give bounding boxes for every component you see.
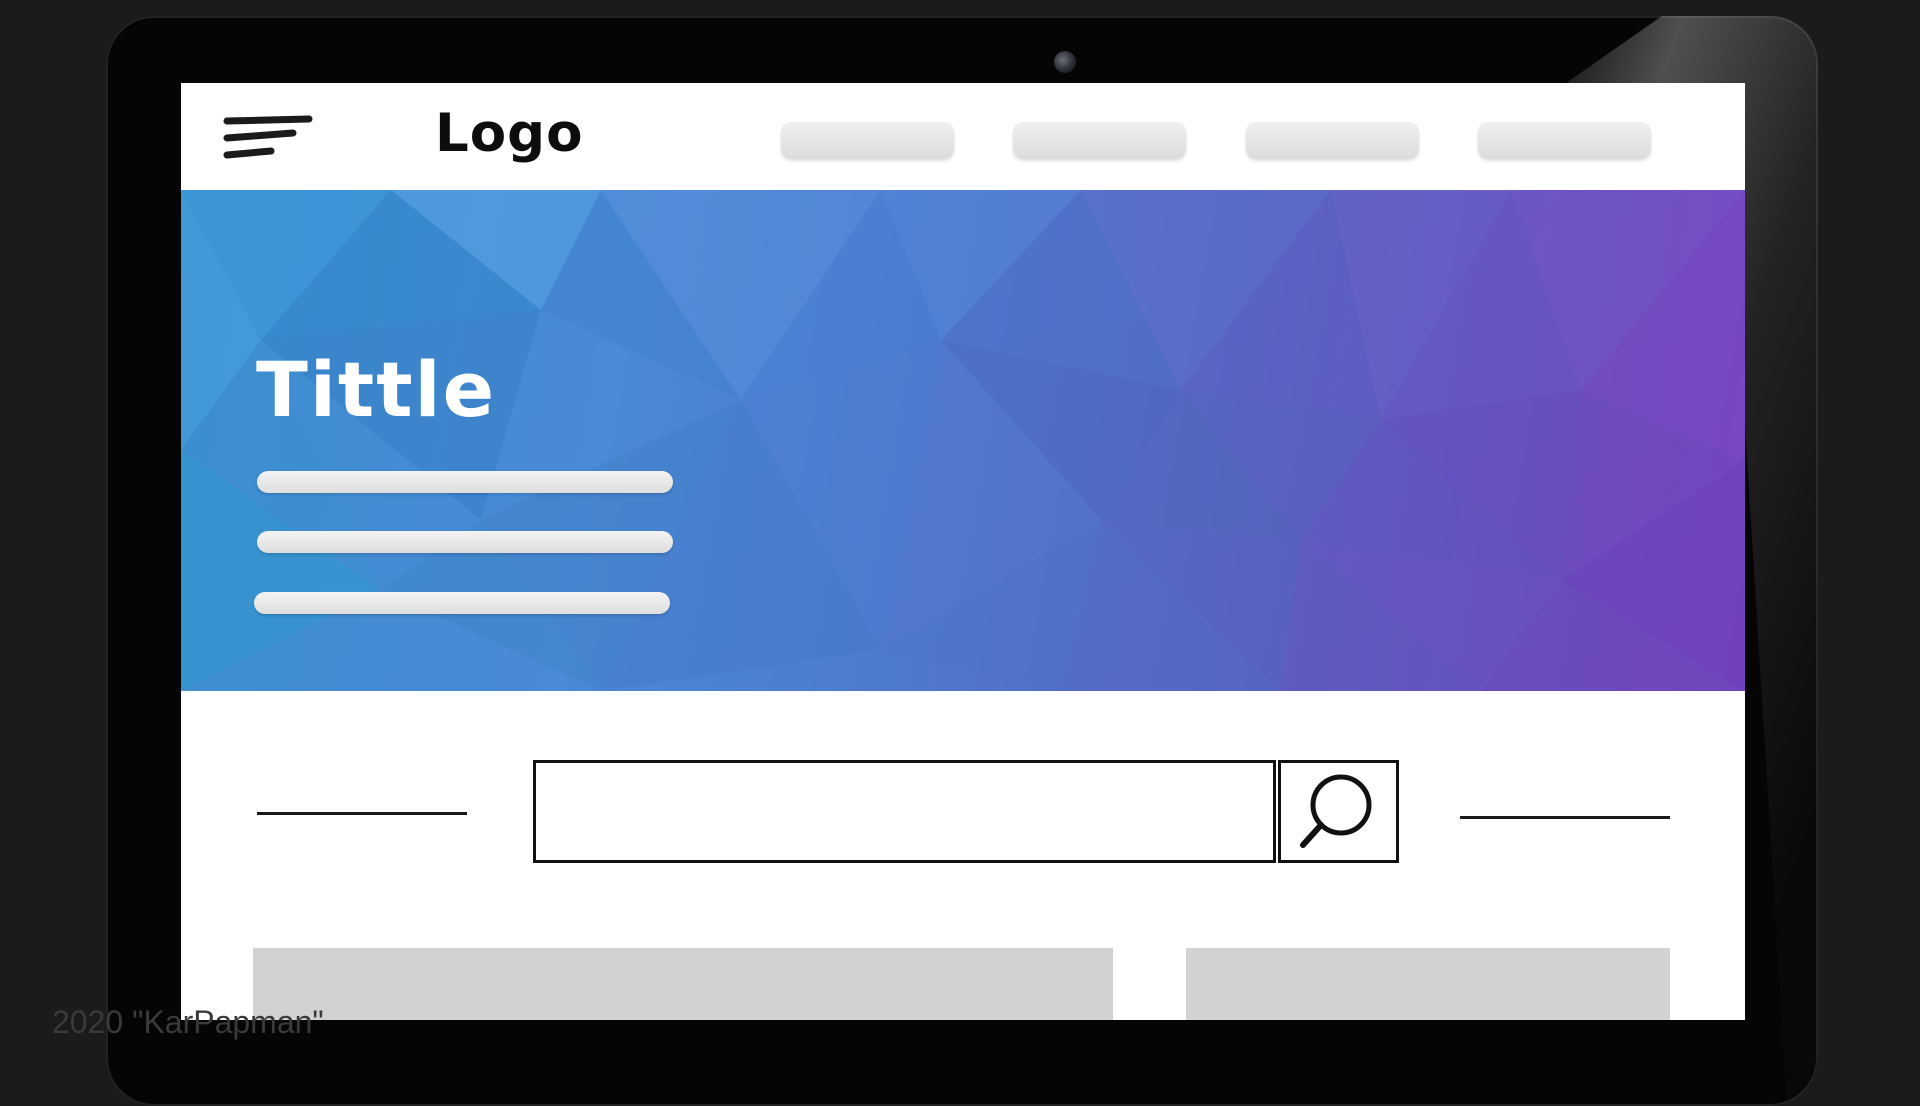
nav-item-4[interactable]	[1478, 122, 1651, 159]
website-screen: Logo Tittle	[181, 83, 1745, 1020]
nav-item-3[interactable]	[1246, 122, 1419, 159]
search-icon	[1300, 774, 1372, 848]
watermark: 2020 "KarPapman"	[52, 1004, 324, 1040]
hero-text-line-2	[257, 531, 673, 553]
hero-text-line-1	[257, 471, 673, 493]
content-card-left[interactable]	[253, 948, 1113, 1020]
nav-item-2[interactable]	[1013, 122, 1186, 159]
logo[interactable]: Logo	[435, 103, 584, 164]
navbar: Logo	[181, 83, 1745, 190]
nav-item-1[interactable]	[781, 122, 954, 159]
content-card-right[interactable]	[1186, 948, 1670, 1020]
hero-banner: Tittle	[181, 190, 1745, 691]
webcam	[1054, 51, 1076, 73]
hero-text-line-3	[254, 592, 670, 614]
menu-icon[interactable]	[221, 115, 315, 161]
search-button[interactable]	[1278, 760, 1399, 863]
search-input[interactable]	[536, 763, 1278, 860]
polygon-background	[181, 190, 1745, 691]
right-divider	[1460, 816, 1670, 819]
hero-title: Tittle	[256, 345, 497, 434]
left-divider	[257, 812, 467, 815]
search-box[interactable]	[533, 760, 1278, 863]
